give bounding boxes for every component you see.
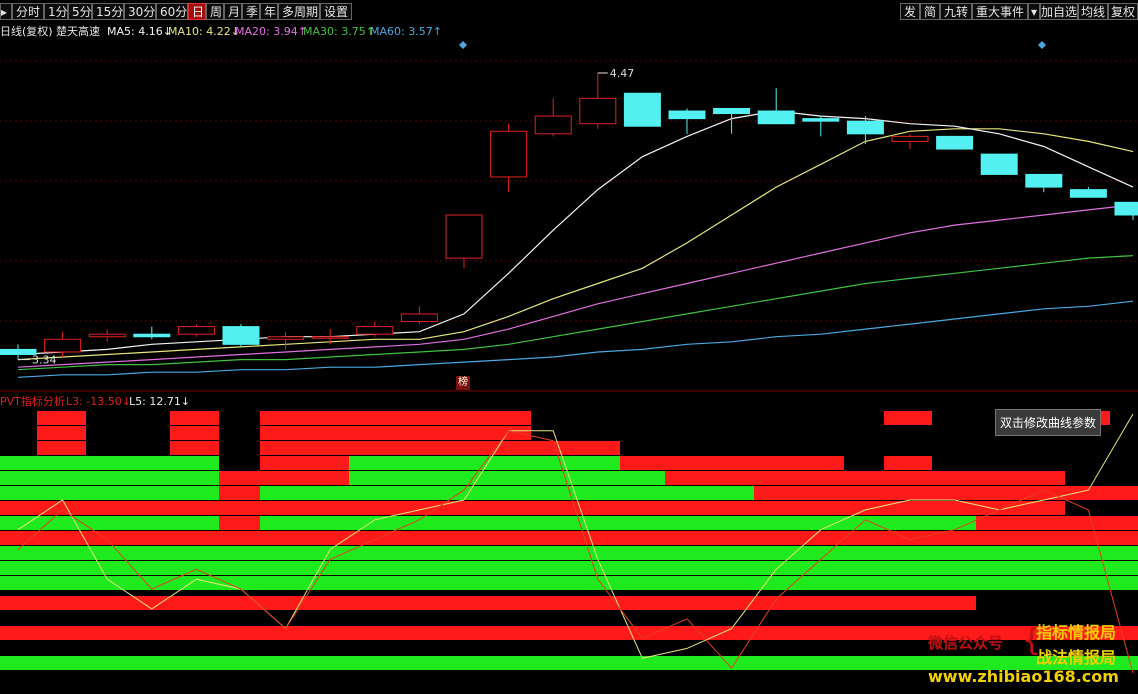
indicator-l5: L5: 12.71↓: [129, 395, 191, 408]
period-tab-6[interactable]: 日: [188, 3, 206, 20]
play-icon[interactable]: ▸: [0, 3, 12, 20]
candle-body: [267, 336, 305, 340]
candle-body: [177, 326, 215, 335]
period-tab-11[interactable]: 多周期: [278, 3, 320, 20]
dropdown-icon[interactable]: ▾: [1028, 3, 1040, 20]
indicator-name: PVT指标分析: [0, 395, 65, 408]
candle-body: [713, 107, 751, 115]
indicator-l3: L3: -13.50↓: [66, 395, 132, 408]
indicator-bar-green: [0, 486, 219, 500]
candle-body: [400, 313, 438, 323]
toolbar-right-2[interactable]: 九转: [940, 3, 972, 20]
candle-body: [1114, 201, 1138, 216]
candle-body: [891, 135, 929, 142]
indicator-bar-red: [260, 441, 620, 455]
candle-body: [623, 92, 661, 127]
indicator-bar-green: [260, 486, 754, 500]
candle-body: [445, 214, 483, 259]
period-tab-8[interactable]: 月: [224, 3, 242, 20]
ranking-marker[interactable]: 榜: [456, 376, 470, 390]
indicator-bar-red: [170, 411, 219, 425]
indicator-bar-red: [884, 411, 932, 425]
indicator-bar-red: [260, 411, 531, 425]
candle-body: [88, 333, 126, 338]
legend-stock-name: 楚天高速: [56, 25, 100, 38]
period-tab-5[interactable]: 60分: [156, 3, 188, 20]
diamond-icon-0: [459, 41, 467, 49]
period-tab-0[interactable]: 分时: [12, 3, 44, 20]
indicator-bar-green: [0, 546, 1138, 560]
toolbar-right-1[interactable]: 简: [920, 3, 940, 20]
candle-body: [757, 110, 795, 125]
period-tab-3[interactable]: 15分: [92, 3, 124, 20]
candle-body: [936, 135, 974, 150]
indicator-band: [0, 531, 1138, 545]
candle-body: [802, 118, 840, 122]
indicator-bar-red: [260, 426, 531, 440]
high-annotation: 4.47: [610, 67, 635, 80]
diamond-icon-1: [1038, 41, 1046, 49]
indicator-bar-green: [0, 516, 219, 530]
candle-body: [0, 348, 37, 355]
candle-body: [133, 333, 171, 338]
toolbar-right-0[interactable]: 发: [900, 3, 920, 20]
legend-ma10: MA10: 4.22↓: [168, 25, 240, 38]
indicator-bar-green: [0, 576, 1138, 590]
watermark-url: www.zhibiao168.com: [928, 667, 1119, 686]
indicator-bar-red: [170, 426, 219, 440]
period-tab-1[interactable]: 1分: [44, 3, 68, 20]
candle-body: [222, 326, 260, 345]
period-tab-12[interactable]: 设置: [320, 3, 352, 20]
chart-canvas[interactable]: 4.47 3.34: [0, 0, 1138, 694]
period-tab-4[interactable]: 30分: [124, 3, 156, 20]
indicator-band: [0, 596, 976, 610]
period-tab-7[interactable]: 周: [206, 3, 224, 20]
indicator-bar-green: [0, 456, 219, 470]
period-tab-9[interactable]: 季: [242, 3, 260, 20]
indicator-bar-red: [37, 426, 86, 440]
legend-ma30: MA30: 3.75↑: [303, 25, 375, 38]
candle-body: [534, 115, 572, 135]
candle-body: [311, 336, 349, 339]
indicator-bar-green: [349, 471, 665, 485]
indicator-bar-red: [170, 441, 219, 455]
watermark-line3: 战法情报局: [1036, 648, 1117, 667]
indicator-bar-red: [37, 411, 86, 425]
ma-line-ma10: [17, 128, 1134, 361]
indicator-bar-red: [37, 441, 86, 455]
low-annotation: 3.34: [32, 354, 57, 367]
indicator-bar-red: [884, 456, 932, 470]
ma-line-ma30: [17, 255, 1134, 371]
indicator-band: [0, 501, 1065, 515]
indicator-bar-green: [260, 516, 976, 530]
tooltip-edit-params: 双击修改曲线参数: [995, 409, 1101, 436]
watermark-wechat: 微信公众号: [928, 634, 1004, 652]
candle-body: [846, 120, 884, 135]
period-toolbar: ▸ 分时 1分 5分 15分 30分 60分日周月季年多周期 设置 发简九转 重大事件 ▾ 加自选 均线…: [0, 0, 1138, 22]
candle-body: [1069, 189, 1107, 198]
legend-ma60: MA60: 3.57↑: [370, 25, 442, 38]
toolbar-right-3[interactable]: 重大事件: [972, 3, 1028, 20]
candle-body: [490, 130, 528, 178]
legend-ma5: MA5: 4.16↓: [107, 25, 172, 38]
indicator-band: [0, 561, 976, 575]
legend-ma20: MA20: 3.94↑: [235, 25, 307, 38]
ma-line-ma60: [17, 300, 1134, 378]
candle-body: [1025, 173, 1063, 188]
toolbar-right-6[interactable]: 复权: [1108, 3, 1138, 20]
candle-body: [579, 97, 617, 125]
legend-chart-name: 日线(复权): [0, 25, 53, 38]
candle-body: [668, 110, 706, 120]
watermark-line2: 指标情报局: [1036, 623, 1117, 642]
toolbar-right-4[interactable]: 加自选: [1040, 3, 1078, 20]
period-tab-2[interactable]: 5分: [68, 3, 92, 20]
candle-body: [44, 338, 82, 353]
period-tab-10[interactable]: 年: [260, 3, 278, 20]
candle-body: [356, 326, 394, 335]
toolbar-right-5[interactable]: 均线: [1078, 3, 1108, 20]
indicator-bar-green: [0, 471, 219, 485]
candle-body: [980, 153, 1018, 175]
